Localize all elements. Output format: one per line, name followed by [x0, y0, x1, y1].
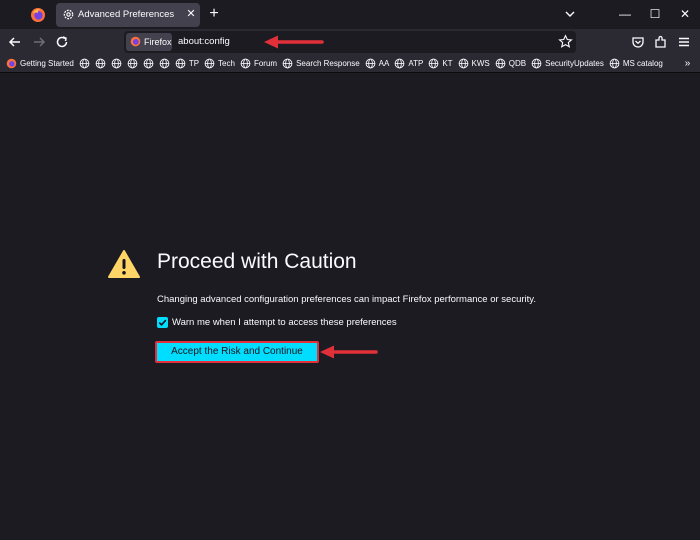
bookmark-item[interactable]: SecurityUpdates	[531, 57, 604, 70]
bookmark-item[interactable]	[79, 57, 90, 70]
warning-description: Changing advanced configuration preferen…	[157, 294, 536, 305]
globe-icon	[127, 58, 138, 69]
annotation-arrow-button	[320, 345, 378, 359]
close-window-button[interactable]: ✕	[674, 4, 696, 24]
bookmark-item[interactable]: Tech	[204, 57, 235, 70]
bookmark-label: TP	[188, 59, 200, 68]
url-bar[interactable]: Firefox about:config	[124, 31, 576, 53]
chevron-down-icon[interactable]	[562, 6, 578, 22]
globe-icon	[240, 58, 251, 69]
bookmark-label: QDB	[508, 59, 527, 68]
bookmark-item[interactable]: Search Response	[282, 57, 360, 70]
url-input[interactable]: about:config	[178, 36, 230, 47]
checkmark-icon	[158, 319, 167, 326]
forward-arrow-icon[interactable]	[30, 33, 48, 51]
maximize-button[interactable]: ☐	[644, 4, 666, 24]
pocket-icon[interactable]	[630, 34, 646, 50]
firefox-icon[interactable]	[30, 7, 46, 23]
bookmarks-toolbar: Getting Started TP Tech Forum Search Respons…	[0, 55, 700, 73]
bookmark-item[interactable]	[95, 57, 106, 70]
globe-icon	[159, 58, 170, 69]
reload-icon[interactable]	[53, 33, 71, 51]
bookmark-star-icon[interactable]	[558, 34, 573, 49]
globe-icon	[143, 58, 154, 69]
bookmark-item[interactable]	[111, 57, 122, 70]
tab-advanced-preferences[interactable]: Advanced Preferences ✕	[56, 3, 200, 27]
bookmark-item[interactable]: KT	[428, 57, 453, 70]
bookmark-label: AA	[378, 59, 390, 68]
globe-icon	[458, 58, 468, 69]
bookmark-label: ATP	[408, 59, 424, 68]
bookmark-item[interactable]	[143, 57, 154, 70]
globe-icon	[204, 58, 215, 69]
globe-icon	[95, 58, 106, 69]
bookmark-label: SecurityUpdates	[545, 59, 604, 68]
bookmark-label: KT	[442, 59, 453, 68]
gear-icon	[63, 9, 74, 20]
bookmarks-list: Getting Started TP Tech Forum Search Respons…	[6, 57, 663, 70]
firefox-icon	[130, 36, 141, 47]
navigation-toolbar: Firefox about:config	[0, 29, 700, 55]
bookmarks-overflow-button[interactable]: »	[681, 57, 694, 70]
bookmark-label: KWS	[471, 59, 490, 68]
bookmark-item[interactable]: AA	[365, 57, 390, 70]
globe-icon	[609, 58, 620, 69]
bookmark-item[interactable]: TP	[175, 57, 199, 70]
bookmark-item[interactable]: KWS	[458, 57, 490, 70]
bookmark-item[interactable]	[127, 57, 138, 70]
globe-icon	[79, 58, 90, 69]
menu-icon[interactable]	[676, 34, 692, 50]
tab-title: Advanced Preferences	[78, 9, 175, 20]
globe-icon	[175, 58, 186, 69]
extensions-icon[interactable]	[653, 34, 669, 50]
bookmark-item[interactable]: QDB	[495, 57, 526, 70]
globe-icon	[428, 58, 439, 69]
tab-strip: Advanced Preferences ✕ + — ☐ ✕	[0, 0, 700, 29]
back-arrow-icon[interactable]	[6, 33, 24, 51]
firefox-icon	[6, 58, 17, 69]
bookmark-label: Tech	[218, 59, 235, 68]
tab-close-icon[interactable]: ✕	[184, 7, 198, 21]
bookmark-item[interactable]: Forum	[240, 57, 277, 70]
new-tab-button[interactable]: +	[206, 5, 222, 23]
bookmark-item[interactable]: MS catalog	[609, 57, 663, 70]
bookmark-label: Search Response	[296, 59, 360, 68]
bookmark-item[interactable]: Getting Started	[6, 57, 74, 70]
bookmark-label: Getting Started	[20, 59, 74, 68]
identity-label: Firefox	[144, 37, 172, 47]
warning-icon	[108, 250, 140, 278]
annotation-arrow-url	[264, 35, 324, 49]
warn-checkbox[interactable]	[157, 317, 168, 328]
accept-risk-button[interactable]: Accept the Risk and Continue	[155, 341, 319, 363]
page-title: Proceed with Caution	[157, 250, 357, 273]
bookmark-label: Forum	[253, 59, 278, 68]
bookmark-item[interactable]	[159, 57, 170, 70]
globe-icon	[365, 58, 376, 69]
globe-icon	[111, 58, 122, 69]
globe-icon	[394, 58, 405, 69]
bookmark-label: MS catalog	[622, 59, 663, 68]
warn-checkbox-label[interactable]: Warn me when I attempt to access these p…	[172, 317, 397, 328]
identity-box[interactable]: Firefox	[126, 33, 172, 51]
globe-icon	[531, 58, 542, 69]
bookmark-item[interactable]: ATP	[394, 57, 423, 70]
globe-icon	[495, 58, 506, 69]
minimize-button[interactable]: —	[614, 4, 636, 24]
globe-icon	[282, 58, 293, 69]
